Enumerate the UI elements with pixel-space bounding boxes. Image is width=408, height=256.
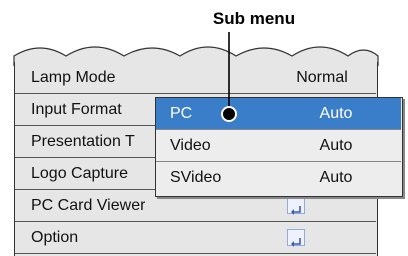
- sub-menu-item-value: Auto: [319, 105, 353, 122]
- menu-item-label: Option: [31, 229, 79, 246]
- menu-item-label: Input Format: [31, 101, 122, 118]
- sub-menu-item-value: Auto: [319, 137, 353, 154]
- sub-menu-item-video[interactable]: Video Auto: [156, 130, 401, 162]
- sub-menu: PC Auto Video Auto SVideo Auto: [155, 97, 403, 197]
- sub-menu-item-pc[interactable]: PC Auto: [156, 98, 401, 130]
- sub-menu-item-svideo[interactable]: SVideo Auto: [156, 162, 401, 194]
- sub-menu-item-label: SVideo: [170, 169, 222, 186]
- menu-item-label: PC Card Viewer: [31, 197, 146, 214]
- menu-item-label: Logo Capture: [31, 165, 128, 182]
- sub-menu-item-label: PC: [170, 105, 193, 122]
- menu-item-lamp-mode[interactable]: Lamp Mode Normal: [15, 62, 376, 94]
- sub-menu-item-value: Auto: [319, 169, 353, 186]
- sub-menu-callout-label: Sub menu: [212, 9, 296, 28]
- menu-item-option[interactable]: Option: [15, 222, 376, 254]
- enter-icon[interactable]: [287, 229, 305, 247]
- enter-icon[interactable]: [287, 197, 305, 215]
- menu-item-label: Presentation T: [31, 133, 135, 150]
- menu-item-value: Normal: [296, 69, 348, 86]
- menu-item-label: Lamp Mode: [31, 69, 116, 86]
- sub-menu-item-label: Video: [170, 137, 211, 154]
